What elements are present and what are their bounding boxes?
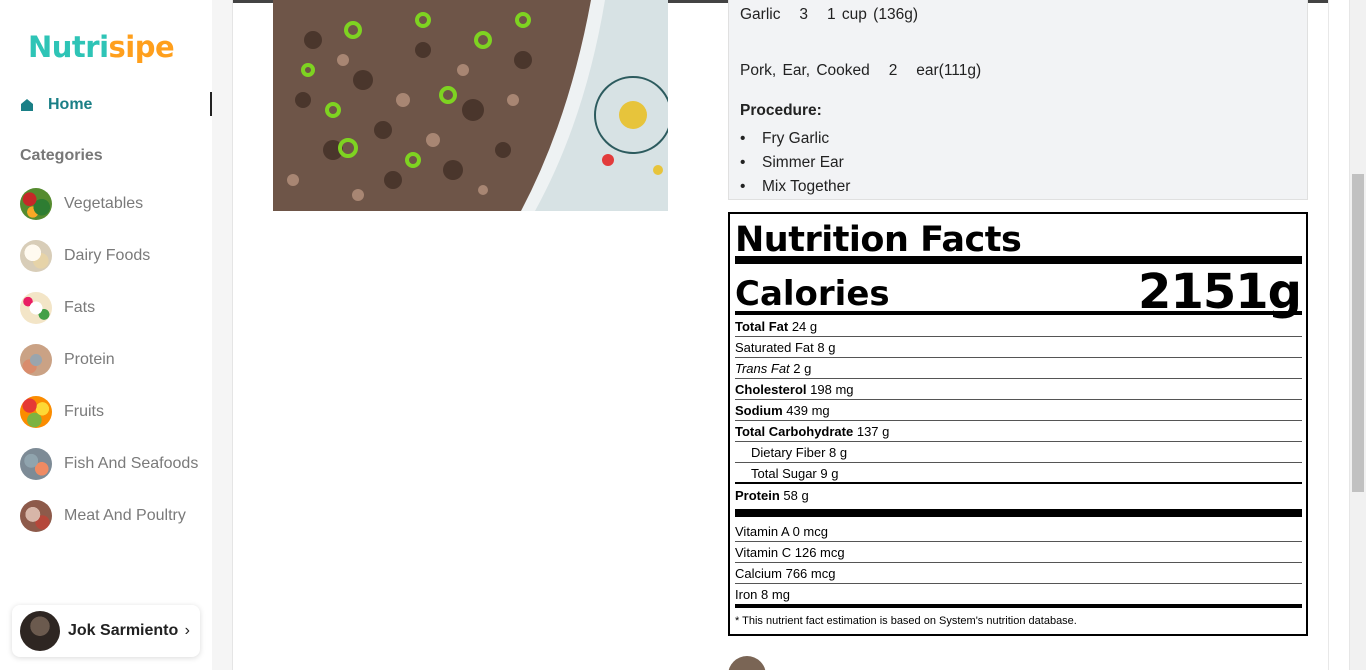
nutrient-row-sodium: Sodium 439 mg [735, 400, 1302, 421]
vitamin-row-vitamin-a: Vitamin A 0 mcg [735, 521, 1302, 542]
fish-icon [20, 448, 52, 480]
ingredient-row: Pork, Ear, Cooked 2 ear(111g) [740, 62, 982, 79]
category-label: Fish And Seafoods [64, 455, 199, 472]
nav-home-label: Home [48, 96, 93, 113]
page-scrollbar[interactable] [1349, 0, 1366, 670]
procedure-step: Mix Together [740, 176, 850, 200]
category-label: Meat And Poultry [64, 507, 186, 524]
sidebar-divider [212, 0, 233, 670]
fats-icon [20, 292, 52, 324]
vitamin-row-vitamin-c: Vitamin C 126 mcg [735, 542, 1302, 563]
calories-label: Calories [735, 274, 890, 314]
category-vegetables[interactable]: Vegetables [20, 188, 143, 220]
category-label: Fruits [64, 403, 104, 420]
category-label: Protein [64, 351, 115, 368]
procedure-step: Fry Garlic [740, 128, 850, 152]
avatar [728, 656, 766, 670]
user-profile-button[interactable]: Jok Sarmiento › [12, 605, 200, 657]
vitamin-row-calcium: Calcium 766 mcg [735, 563, 1302, 584]
nutrient-row-saturated-fat: Saturated Fat 8 g [735, 337, 1302, 358]
right-gutter [1328, 0, 1349, 670]
category-label: Vegetables [64, 195, 144, 212]
vegetables-icon [20, 188, 52, 220]
avatar [20, 611, 60, 651]
nutrition-facts-label: Nutrition Facts Calories 2151g Total Fat… [728, 212, 1308, 636]
brand-logo[interactable]: Nutrisipe [28, 30, 175, 64]
protein-icon [20, 344, 52, 376]
category-protein[interactable]: Protein [20, 344, 115, 376]
category-meat-and-poultry[interactable]: Meat And Poultry [20, 500, 186, 532]
nutrient-row-total-fat: Total Fat 24 g [735, 316, 1302, 337]
nutrient-row-protein: Protein 58 g [735, 488, 809, 503]
nav-home[interactable]: Home [20, 92, 212, 116]
category-label: Fats [64, 299, 96, 316]
procedure-heading: Procedure: [740, 102, 822, 119]
category-fruits[interactable]: Fruits [20, 396, 104, 428]
divider [735, 256, 1302, 264]
vitamin-row-iron: Iron 8 mg [735, 587, 790, 602]
procedure-list: Fry Garlic Simmer Ear Mix Together [740, 128, 850, 200]
dairy-icon [20, 240, 52, 272]
category-label: Dairy Foods [64, 247, 151, 264]
fruits-icon [20, 396, 52, 428]
nutrient-row-cholesterol: Cholesterol 198 mg [735, 379, 1302, 400]
home-icon [21, 99, 33, 111]
divider [735, 311, 1302, 315]
procedure-step: Simmer Ear [740, 152, 850, 176]
sidebar: Nutrisipe Home Categories Vegetables Dai… [0, 0, 212, 670]
user-name: Jok Sarmiento [68, 622, 179, 639]
scrollbar-thumb[interactable] [1352, 174, 1364, 492]
nutrient-row-total-carbohydrate: Total Carbohydrate 137 g [735, 421, 1302, 442]
divider [735, 509, 1302, 517]
nutrient-row-trans-fat: Trans Fat 2 g [735, 358, 1302, 379]
nutrient-row-total-sugar: Total Sugar 9 g [735, 463, 1302, 484]
meat-icon [20, 500, 52, 532]
category-dairy-foods[interactable]: Dairy Foods [20, 240, 150, 272]
nutrition-footnote: * This nutrient fact estimation is based… [735, 615, 1077, 627]
recipe-image [273, 0, 668, 211]
chevron-right-icon: › [184, 622, 190, 639]
nutrition-facts-title: Nutrition Facts [735, 220, 1022, 260]
category-fish-and-seafoods[interactable]: Fish And Seafoods [20, 448, 198, 480]
ingredients-panel: Garlic 3 1 cup (136g) Pork, Ear, Cooked … [728, 0, 1308, 200]
category-fats[interactable]: Fats [20, 292, 95, 324]
divider [735, 604, 1302, 608]
ingredient-row: Garlic 3 1 cup (136g) [740, 6, 918, 23]
nutrient-row-dietary-fiber: Dietary Fiber 8 g [735, 442, 1302, 463]
categories-heading: Categories [20, 147, 103, 164]
